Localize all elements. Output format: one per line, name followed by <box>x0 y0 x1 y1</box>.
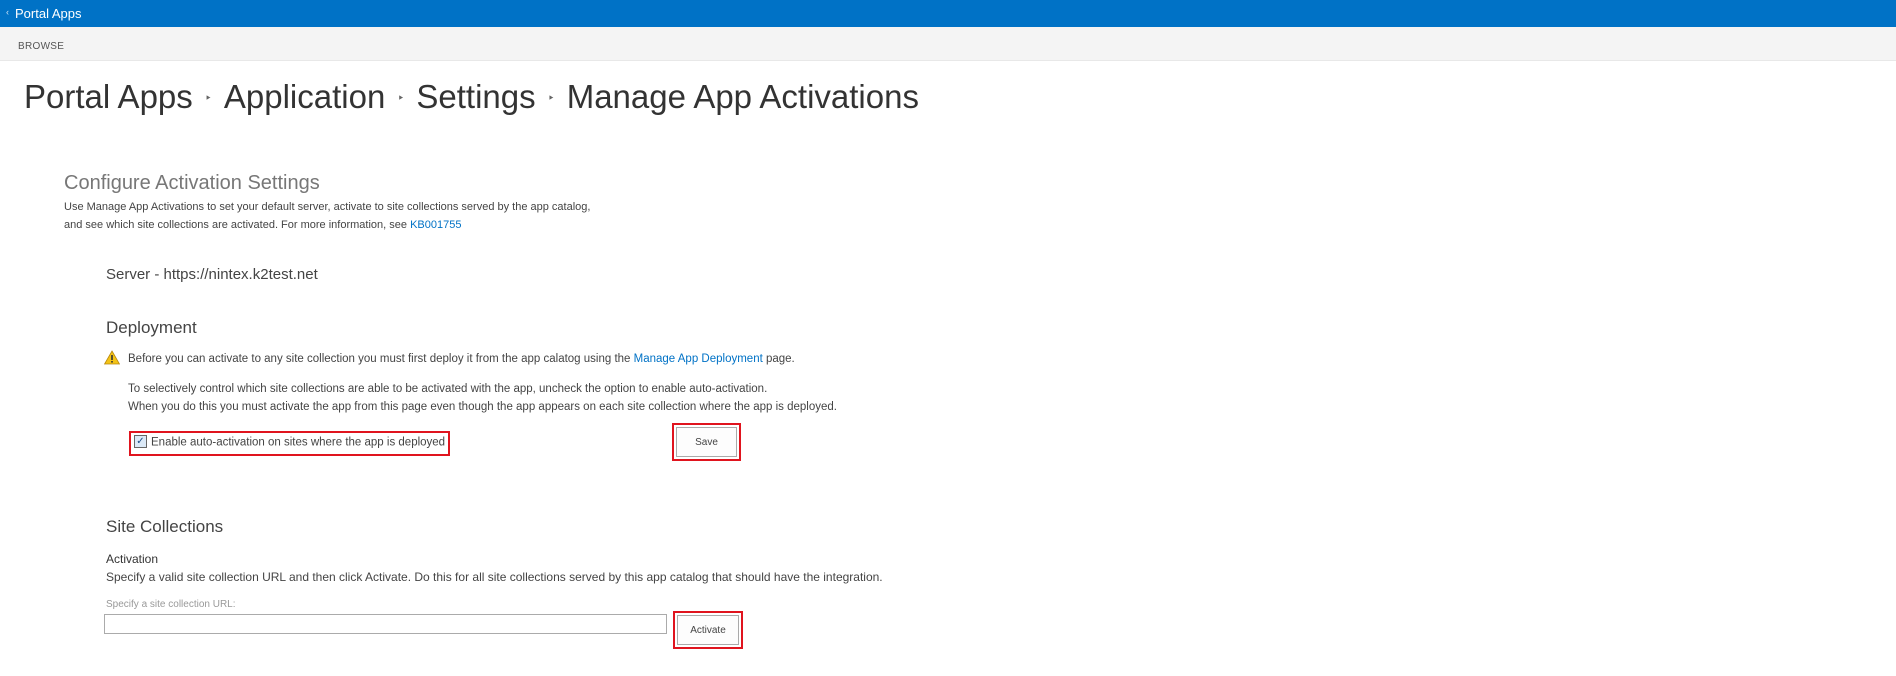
breadcrumb-settings[interactable]: Settings <box>416 78 535 115</box>
auto-activation-checkbox[interactable]: ✓ <box>134 435 147 448</box>
browse-tab[interactable]: BROWSE <box>18 41 64 52</box>
ribbon: BROWSE <box>0 27 1896 61</box>
site-collections-heading: Site Collections <box>106 517 224 536</box>
manage-app-deployment-link[interactable]: Manage App Deployment <box>634 353 763 365</box>
activation-label: Activation <box>106 552 159 566</box>
back-arrow-icon[interactable]: ‹ <box>6 7 9 17</box>
breadcrumb: Portal Apps ‣ Application ‣ Settings ‣ Manage … <box>24 78 919 116</box>
deployment-info-line2: When you do this you must activate the a… <box>128 401 837 413</box>
save-button[interactable]: Save <box>676 427 737 457</box>
site-title-link[interactable]: Portal Apps <box>15 6 82 21</box>
warning-suffix: page. <box>762 353 795 365</box>
config-description-text: and see which site collections are activ… <box>64 219 411 231</box>
deployment-heading: Deployment <box>106 318 197 337</box>
suite-bar: ‹ Portal Apps <box>0 0 1896 27</box>
auto-activation-option[interactable]: ✓ Enable auto-activation on sites where t… <box>134 435 445 449</box>
warning-text: Before you can activate to any site coll… <box>128 353 634 365</box>
site-collection-url-input[interactable] <box>104 614 667 634</box>
kb-link[interactable]: KB001755 <box>410 219 461 231</box>
config-description-line2: and see which site collections are activ… <box>64 219 461 231</box>
server-label: Server - https://nintex.k2test.net <box>106 266 318 283</box>
breadcrumb-separator-icon: ‣ <box>204 91 212 105</box>
site-collection-url-label: Specify a site collection URL: <box>106 599 236 610</box>
deployment-warning: Before you can activate to any site coll… <box>128 353 795 365</box>
activation-description: Specify a valid site collection URL and … <box>106 570 883 584</box>
config-description-line1: Use Manage App Activations to set your d… <box>64 201 591 213</box>
breadcrumb-portal-apps[interactable]: Portal Apps <box>24 78 193 115</box>
breadcrumb-separator-icon: ‣ <box>397 91 405 105</box>
warning-icon <box>104 350 120 365</box>
deployment-info-line1: To selectively control which site collec… <box>128 383 768 395</box>
breadcrumb-application[interactable]: Application <box>224 78 385 115</box>
page-title: Manage App Activations <box>566 78 919 115</box>
breadcrumb-separator-icon: ‣ <box>547 91 555 105</box>
config-heading: Configure Activation Settings <box>64 172 320 194</box>
auto-activation-label[interactable]: Enable auto-activation on sites where th… <box>151 437 445 449</box>
activate-button[interactable]: Activate <box>677 615 739 645</box>
